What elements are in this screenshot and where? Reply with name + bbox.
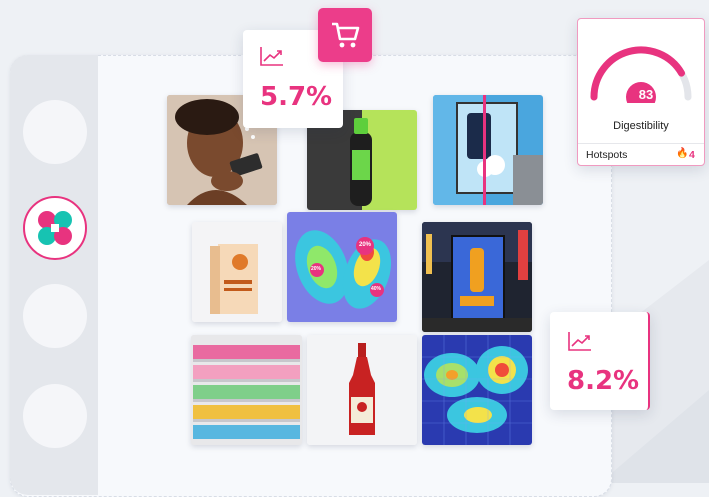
billboard-illustration — [422, 222, 532, 332]
hotspots-count: 4 — [689, 149, 695, 161]
stat-value-top: 5.7% — [260, 82, 333, 112]
sidebar-nav-item-2[interactable] — [23, 284, 87, 348]
heat-label-top: 20% — [359, 242, 372, 248]
flame-icon: 🔥 — [676, 148, 689, 159]
heat-label-right: 40% — [371, 286, 382, 292]
sidebar-nav-item-3[interactable] — [23, 384, 87, 448]
image-heatmap-bottles[interactable]: 20% 20% 40% — [287, 212, 397, 322]
image-store-shelves[interactable] — [191, 335, 302, 445]
sidebar-nav-item-1[interactable] — [23, 100, 87, 164]
app-logo[interactable] — [23, 196, 87, 260]
hotspots-row: Hotspots 🔥 4 — [578, 143, 704, 166]
bus-stop-illustration — [433, 95, 543, 205]
digestibility-score: 83 — [638, 87, 654, 102]
trend-up-icon — [568, 332, 591, 351]
image-heatmap-grid[interactable] — [422, 335, 532, 445]
cart-icon — [332, 22, 360, 48]
shelves-illustration — [191, 335, 302, 445]
heatmap-bottles-illustration — [287, 212, 397, 322]
digestibility-label: Digestibility — [613, 120, 669, 132]
heat-label-left: 20% — [311, 266, 322, 272]
sauce-bottle-illustration — [307, 335, 417, 445]
cart-button[interactable] — [318, 8, 372, 62]
hotspots-label: Hotspots — [586, 149, 628, 161]
image-billboard-night[interactable] — [422, 222, 532, 332]
heatmap-grid-illustration — [422, 335, 532, 445]
image-sauce-bottle[interactable] — [307, 335, 417, 445]
image-product-box[interactable] — [192, 222, 282, 322]
stat-value-bottom: 8.2% — [567, 366, 640, 396]
stat-card-bottom[interactable]: 8.2% — [550, 312, 650, 410]
trend-up-icon — [260, 47, 283, 66]
digestibility-card[interactable]: 83 Digestibility Hotspots 🔥 4 — [577, 18, 705, 166]
logo-icon — [38, 211, 72, 245]
image-bus-stop-ad[interactable] — [433, 95, 543, 205]
box-illustration — [192, 222, 282, 322]
